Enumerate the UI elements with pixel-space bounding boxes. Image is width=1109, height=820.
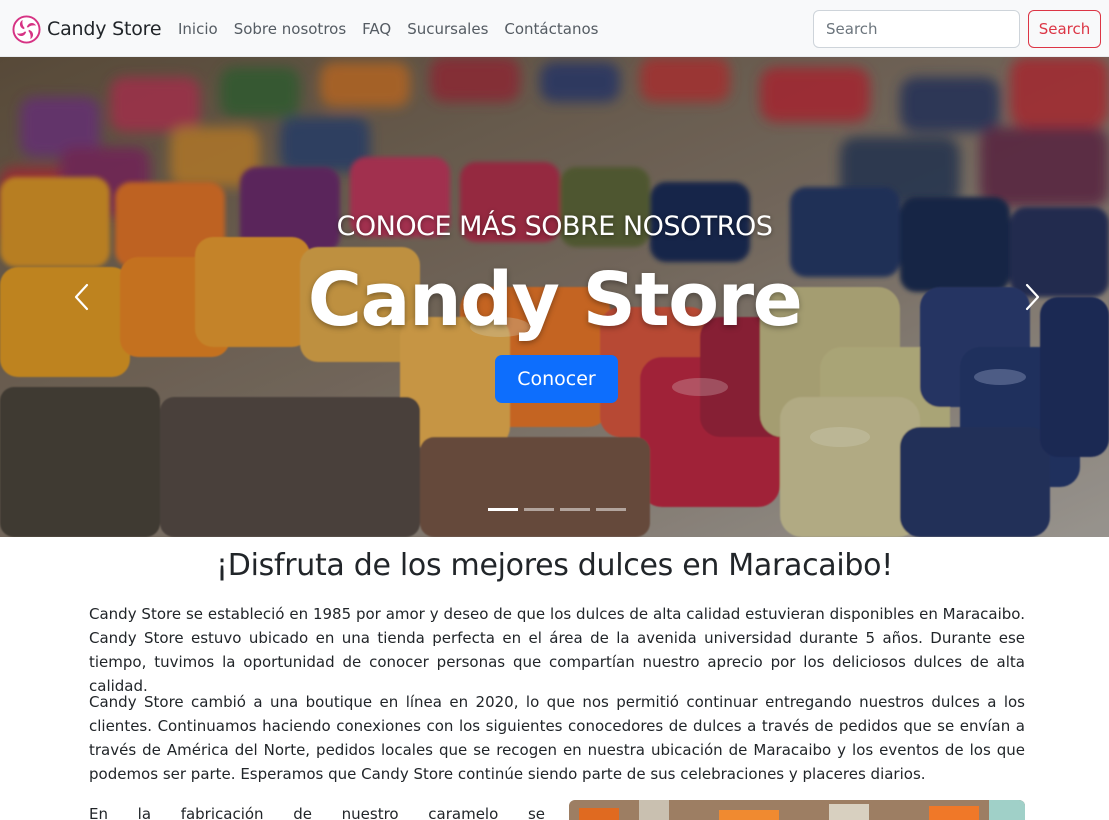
carousel-indicator-2[interactable]	[524, 508, 554, 511]
carousel-indicators	[488, 508, 632, 511]
navbar: Candy Store Inicio Sobre nosotros FAQ Su…	[0, 0, 1109, 57]
search-input[interactable]	[813, 10, 1020, 48]
carousel-indicator-4[interactable]	[596, 508, 626, 511]
candy-logo-icon	[12, 14, 41, 44]
conocer-button[interactable]: Conocer	[495, 355, 618, 403]
candy-factory-image	[569, 800, 1025, 820]
carousel-indicator-1[interactable]	[488, 508, 518, 511]
hero-carousel: CONOCE MÁS SOBRE NOSOTROS Candy Store Co…	[0, 57, 1109, 537]
brand-name: Candy Store	[47, 18, 162, 40]
brand-link[interactable]: Candy Store	[12, 14, 162, 44]
hero-subtitle: CONOCE MÁS SOBRE NOSOTROS	[336, 211, 773, 242]
paragraph-history: Candy Store se estableció en 1985 por am…	[89, 605, 1025, 695]
nav-links: Inicio Sobre nosotros FAQ Sucursales Con…	[170, 18, 606, 40]
search-button[interactable]: Search	[1028, 10, 1101, 48]
nav-link-sucursales[interactable]: Sucursales	[399, 18, 496, 40]
nav-link-sobre-nosotros[interactable]: Sobre nosotros	[226, 18, 354, 40]
section-heading: ¡Disfruta de los mejores dulces en Marac…	[216, 548, 893, 583]
nav-link-faq[interactable]: FAQ	[354, 18, 399, 40]
carousel-prev-icon[interactable]	[68, 282, 98, 312]
nav-link-inicio[interactable]: Inicio	[170, 18, 226, 40]
nav-link-contactanos[interactable]: Contáctanos	[496, 18, 606, 40]
carousel-indicator-3[interactable]	[560, 508, 590, 511]
hero-title: Candy Store	[307, 257, 803, 343]
paragraph-online-boutique: Candy Store cambió a una boutique en lín…	[89, 693, 1025, 783]
paragraph-ingredients: En la fabricación de nuestro caramelo se…	[89, 805, 545, 820]
carousel-next-icon[interactable]	[1016, 282, 1046, 312]
